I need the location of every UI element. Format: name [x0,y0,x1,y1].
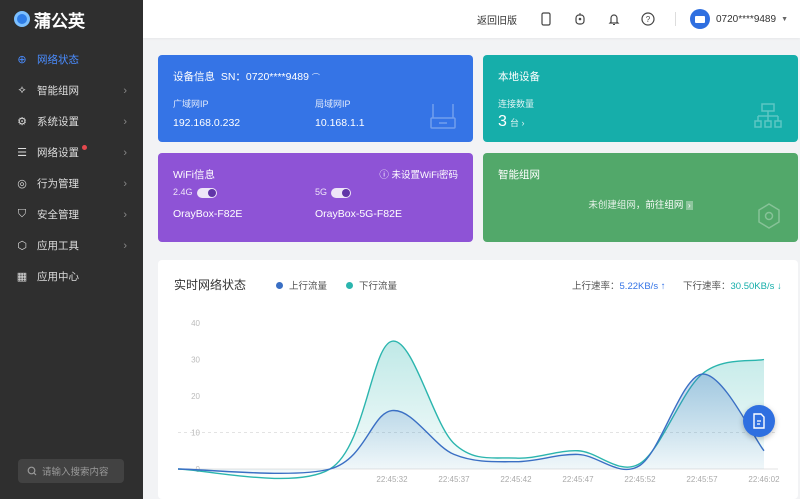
chevron-right-icon: › [123,146,127,159]
sidebar-item-label: 应用中心 [37,271,79,283]
connection-count-label: 连接数量 [498,99,535,109]
sidebar-item-label: 网络设置 [37,147,79,159]
x-tick-label: 22:45:37 [438,475,470,484]
bell-icon[interactable] [607,12,621,26]
sidebar: 蒲公英 ⊕ 网络状态 ⟡ 智能组网 › ⚙ 系统设置 › ☰ 网络设置 › ◎ 行为管理 › ⛉ 安全管理 › ⬡… [0,0,143,499]
mobile-icon[interactable] [539,12,553,26]
svg-text:?: ? [646,15,651,24]
x-tick-label: 22:45:47 [562,475,594,484]
band-label-5g: 5G [315,187,328,197]
wan-ip-label: 广域网IP [173,99,209,109]
router-icon [430,104,456,129]
y-tick-label: 40 [191,319,200,328]
grid-icon: ▦ [16,271,28,283]
back-to-old-version-link[interactable]: 返回旧版 [477,12,517,27]
logo-icon [14,11,30,27]
sidebar-nav: ⊕ 网络状态 ⟡ 智能组网 › ⚙ 系统设置 › ☰ 网络设置 › ◎ 行为管理 › ⛉ 安全管理 › ⬡ 应用工具… [0,44,143,292]
card-title: 本地设备 [498,71,540,83]
sidebar-item-1[interactable]: ⟡ 智能组网 › [0,75,143,106]
sidebar-item-label: 安全管理 [37,209,79,221]
user-account[interactable]: 0720****9489 [716,14,776,25]
info-icon: ⓘ [379,170,392,181]
x-tick-label: 22:45:42 [500,475,532,484]
sidebar-item-3[interactable]: ☰ 网络设置 › [0,137,143,168]
robot-icon[interactable] [573,12,587,26]
device-info-card: 设备信息 SN：0720****9489 ⌒ 广域网IP 192.168.0.2… [158,55,473,142]
sidebar-item-0[interactable]: ⊕ 网络状态 [0,44,143,75]
local-devices-card[interactable]: 本地设备 连接数量 3 台 › [483,55,798,142]
sidebar-item-label: 网络状态 [37,54,79,66]
search-icon [27,466,37,476]
sidebar-item-2[interactable]: ⚙ 系统设置 › [0,106,143,137]
help-icon[interactable]: ? [641,12,655,26]
globe-icon: ⊕ [17,54,27,66]
wifi-2-4g-toggle[interactable] [196,187,217,198]
chevron-right-icon: › [123,177,127,190]
ssid-2-4g: OrayBox-F82E [173,208,243,220]
sidebar-item-label: 系统设置 [37,116,79,128]
ssid-5g: OrayBox-5G-F82E [315,208,402,220]
arrow-right-icon[interactable]: › [686,201,693,210]
realtime-network-chart: 实时网络状态 上行流量 下行流量 上行速率：5.22KB/s ↑ 下行速率：30… [158,260,798,499]
wifi-5g-toggle[interactable] [331,187,352,198]
mesh-status-text: 未创建组网， [588,200,646,211]
mesh-hub-icon [758,203,780,229]
gear-icon: ⚙ [17,116,27,128]
sliders-icon: ☰ [17,147,27,159]
document-edit-icon [753,413,765,429]
wifi-info-card: WiFi信息 ⓘ 未设置WiFi密码 2.4G OrayBox-F82E 5G … [158,153,473,242]
lan-ip-label: 局域网IP [315,99,351,109]
band-label-2-4g: 2.4G [173,187,193,197]
divider [675,12,676,26]
chevron-right-icon: › [123,239,127,252]
sidebar-item-label: 智能组网 [37,85,79,97]
chart-plot: 01020304022:45:3222:45:3722:45:4222:45:4… [177,319,780,484]
serial-number: SN：0720****9489 [220,71,309,83]
wan-ip-value: 192.168.0.232 [173,117,241,129]
search-placeholder: 请输入搜索内容 [42,467,109,478]
card-title: 智能组网 [498,169,540,181]
sidebar-item-7[interactable]: ▦ 应用中心 [0,261,143,292]
search-input[interactable]: 请输入搜索内容 [18,459,124,483]
warning-text: 未设置WiFi密码 [391,170,459,181]
notification-dot [82,145,87,150]
feedback-button[interactable] [743,405,775,437]
logo-text: 蒲公英 [34,11,85,31]
logo[interactable]: 蒲公英 [0,0,143,38]
connection-unit-link[interactable]: 台 › [510,118,525,128]
hide-eye-icon[interactable]: ⌒ [312,73,320,82]
chevron-right-icon: › [123,115,127,128]
go-create-mesh-link[interactable]: 前往组网 [645,200,683,211]
box-icon: ⬡ [17,240,27,252]
mesh-icon: ⟡ [18,84,26,96]
shield-icon: ⛉ [17,208,27,220]
y-tick-label: 10 [191,429,200,438]
x-tick-label: 22:45:52 [624,475,656,484]
smart-mesh-card: 智能组网 未创建组网，前往组网 › [483,153,798,242]
y-tick-label: 20 [191,392,200,401]
y-tick-label: 30 [191,356,200,365]
chevron-right-icon: › [123,84,127,97]
card-title: 设备信息 [173,71,215,83]
x-tick-label: 22:46:02 [748,475,780,484]
x-tick-label: 22:45:57 [686,475,718,484]
chevron-right-icon: › [123,208,127,221]
connection-count: 3 [498,113,507,130]
sidebar-item-4[interactable]: ◎ 行为管理 › [0,168,143,199]
x-tick-label: 22:45:32 [376,475,408,484]
wifi-password-warning[interactable]: ⓘ 未设置WiFi密码 [379,167,458,181]
eye-icon: ◎ [17,178,27,190]
sidebar-item-label: 应用工具 [37,240,79,252]
sidebar-item-6[interactable]: ⬡ 应用工具 › [0,230,143,261]
avatar[interactable] [690,9,710,29]
lan-ip-value: 10.168.1.1 [315,117,365,129]
network-topology-icon [754,103,782,128]
sidebar-item-5[interactable]: ⛉ 安全管理 › [0,199,143,230]
top-header: 返回旧版 ? 0720****9489 ▼ [143,0,800,38]
sidebar-item-label: 行为管理 [37,178,79,190]
chevron-down-icon[interactable]: ▼ [781,16,788,23]
